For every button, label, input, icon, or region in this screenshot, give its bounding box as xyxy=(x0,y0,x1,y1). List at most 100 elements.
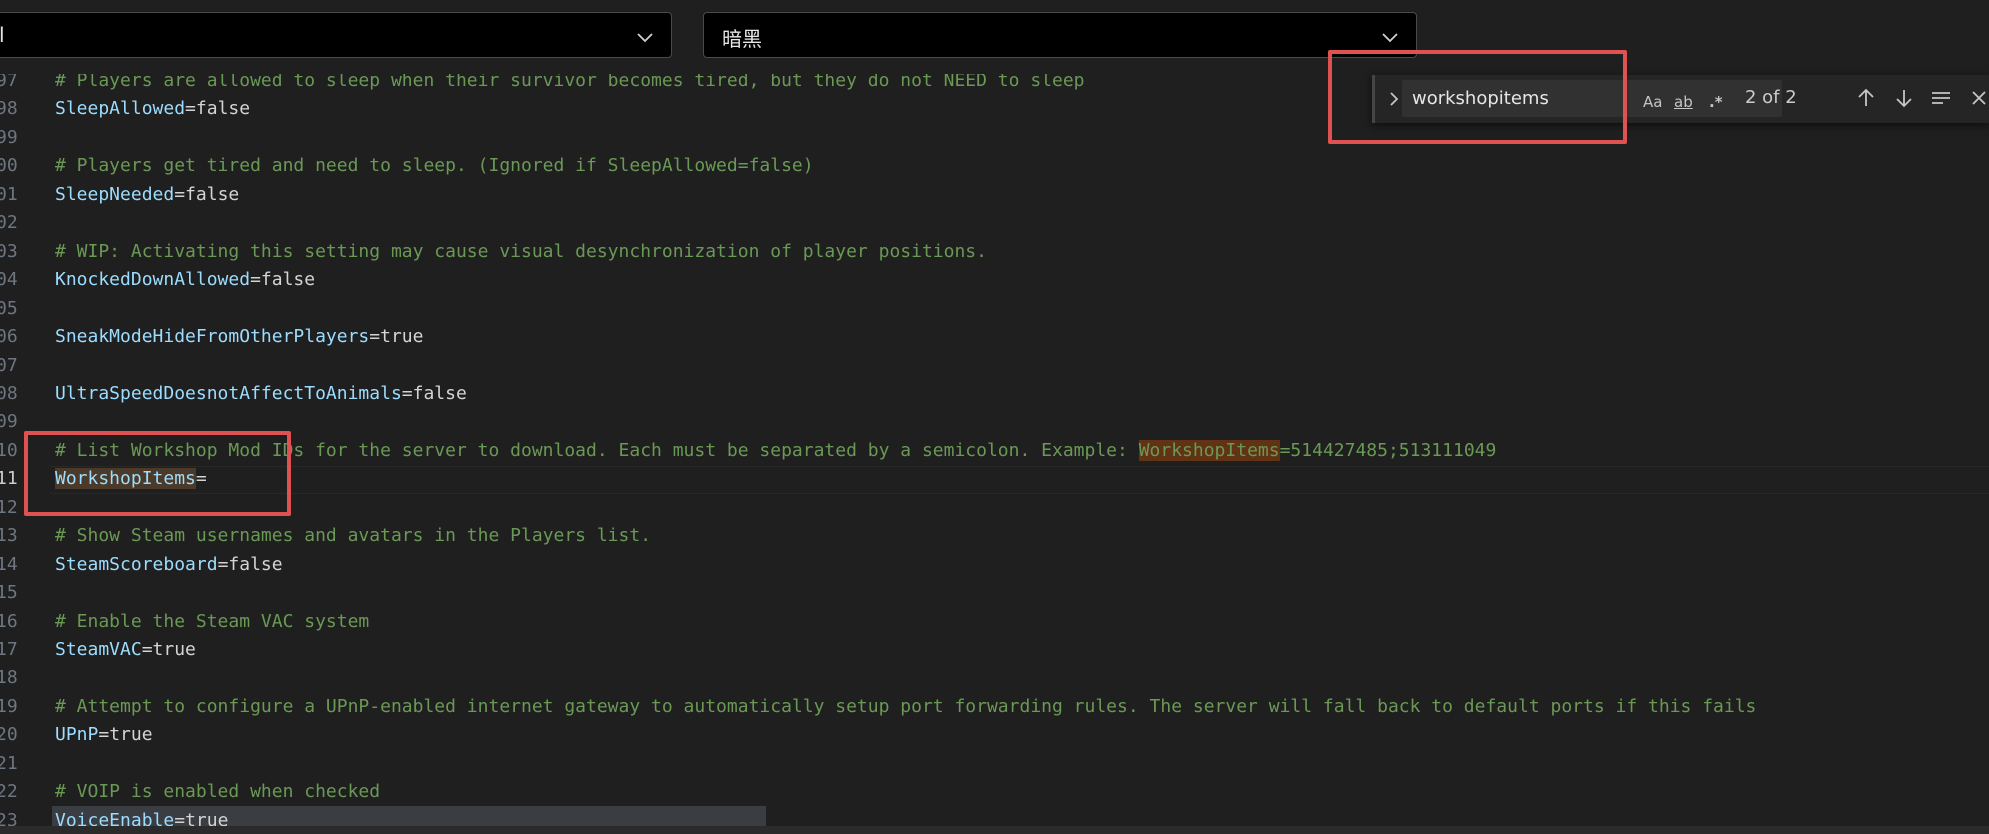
setting-value: true xyxy=(109,724,153,746)
code-line[interactable]: 07 xyxy=(0,352,1989,380)
line-number: 09 xyxy=(0,411,18,433)
code-line[interactable]: 19 # Attempt to configure a UPnP-enabled … xyxy=(0,693,1989,721)
code-line[interactable]: 18 xyxy=(0,664,1989,692)
line-number: 04 xyxy=(0,269,18,291)
line-code: SteamScoreboard=false xyxy=(55,551,283,579)
comment-text: # Players are allowed to sleep when thei… xyxy=(55,74,1085,91)
line-number: 12 xyxy=(0,496,18,518)
line-number: 16 xyxy=(0,610,18,632)
line-number: 11 xyxy=(0,468,18,490)
line-number: 99 xyxy=(0,126,18,148)
comment-text: # Players get tired and need to sleep. (… xyxy=(55,155,814,177)
close-icon[interactable] xyxy=(1968,87,1989,109)
line-code: # WIP: Activating this setting may cause… xyxy=(55,238,987,266)
line-number: 22 xyxy=(0,781,18,803)
code-line[interactable]: 10 # List Workshop Mod IDs for the server… xyxy=(0,437,1989,465)
annotation-box-find xyxy=(1328,50,1627,144)
line-number: 19 xyxy=(0,695,18,717)
line-number: 06 xyxy=(0,326,18,348)
code-line[interactable]: 00 # Players get tired and need to sleep.… xyxy=(0,152,1989,180)
comment-text: # Attempt to configure a UPnP-enabled in… xyxy=(55,695,1757,717)
line-number: 05 xyxy=(0,297,18,319)
match-case-icon[interactable]: Aa xyxy=(1643,93,1662,111)
setting-value: false xyxy=(260,269,316,291)
setting-value: true xyxy=(152,639,196,660)
chevron-down-icon xyxy=(637,33,653,43)
code-line[interactable]: 06 SneakModeHideFromOtherPlayers=true xyxy=(0,323,1989,351)
line-code: UltraSpeedDoesnotAffectToAnimals=false xyxy=(55,380,467,408)
find-in-selection-icon[interactable] xyxy=(1930,87,1952,109)
code-line[interactable]: 01 SleepNeeded=false xyxy=(0,181,1989,209)
code-line[interactable]: 15 xyxy=(0,579,1989,607)
equals-sign: = xyxy=(98,724,110,746)
line-code: # Attempt to configure a UPnP-enabled in… xyxy=(55,693,1756,721)
theme-dropdown[interactable]: 暗黑 xyxy=(703,12,1417,58)
theme-dropdown-value: 暗黑 xyxy=(722,27,762,51)
left-dropdown-value: l xyxy=(0,23,5,47)
chevron-down-icon xyxy=(1382,33,1398,43)
line-number: 14 xyxy=(0,553,18,575)
line-number: 20 xyxy=(0,724,18,746)
equals-sign: = xyxy=(174,183,186,205)
next-match-icon[interactable] xyxy=(1893,87,1915,109)
code-editor[interactable]: 97 # Players are allowed to sleep when th… xyxy=(0,74,1989,834)
previous-match-icon[interactable] xyxy=(1855,87,1877,109)
line-number: 07 xyxy=(0,354,18,376)
line-number: 02 xyxy=(0,212,18,234)
regex-icon[interactable]: .* xyxy=(1709,93,1723,111)
setting-key: KnockedDownAllowed xyxy=(55,269,251,291)
code-line[interactable]: 08 UltraSpeedDoesnotAffectToAnimals=false xyxy=(0,380,1989,408)
code-line[interactable]: 05 xyxy=(0,295,1989,323)
line-number: 21 xyxy=(0,752,18,774)
match-count: 2 of 2 xyxy=(1745,87,1797,108)
setting-key: SteamVAC xyxy=(55,639,142,660)
setting-value: true xyxy=(380,326,424,348)
setting-key: SneakModeHideFromOtherPlayers xyxy=(55,326,370,348)
line-code: # Show Steam usernames and avatars in th… xyxy=(55,522,651,550)
setting-value: false xyxy=(185,183,240,205)
line-number: 13 xyxy=(0,525,18,547)
line-code: # Enable the Steam VAC system xyxy=(55,608,369,636)
code-line[interactable]: 16 # Enable the Steam VAC system xyxy=(0,608,1989,636)
line-code: # Players are allowed to sleep when thei… xyxy=(55,74,1085,95)
line-code: # VOIP is enabled when checked xyxy=(55,778,380,806)
comment-text: # WIP: Activating this setting may cause… xyxy=(55,240,987,262)
equals-sign: = xyxy=(369,326,381,348)
code-line[interactable]: 03 # WIP: Activating this setting may cau… xyxy=(0,238,1989,266)
match-whole-word-icon[interactable]: ab xyxy=(1674,93,1693,111)
setting-value: false xyxy=(195,98,251,120)
setting-value: false xyxy=(228,553,283,575)
scrollbar-track[interactable] xyxy=(0,826,1989,834)
code-line[interactable]: 04 KnockedDownAllowed=false xyxy=(0,266,1989,294)
line-code: # Players get tired and need to sleep. (… xyxy=(55,152,814,180)
code-line[interactable]: 09 xyxy=(0,408,1989,436)
code-line[interactable]: 14 SteamScoreboard=false xyxy=(0,551,1989,579)
equals-sign: = xyxy=(185,98,196,120)
equals-sign: = xyxy=(250,269,261,291)
line-code: KnockedDownAllowed=false xyxy=(55,266,315,294)
equals-sign: = xyxy=(217,553,229,575)
code-line[interactable]: 13 # Show Steam usernames and avatars in … xyxy=(0,522,1989,550)
search-match: WorkshopItems xyxy=(1138,439,1280,461)
comment-text: =514427485;513111049 xyxy=(1279,439,1497,461)
line-number: 97 xyxy=(0,74,18,91)
comment-text: # Show Steam usernames and avatars in th… xyxy=(55,525,652,547)
left-dropdown[interactable]: l xyxy=(0,12,672,58)
line-number: 01 xyxy=(0,183,18,205)
setting-key: SteamScoreboard xyxy=(55,553,218,575)
code-line[interactable]: 11 WorkshopItems= xyxy=(0,465,1989,493)
line-code: UPnP=true xyxy=(55,721,153,749)
code-line[interactable]: 22 # VOIP is enabled when checked xyxy=(0,778,1989,806)
code-line[interactable]: 17 SteamVAC=true xyxy=(0,636,1989,664)
code-line[interactable]: 21 xyxy=(0,750,1989,778)
code-line[interactable]: 12 xyxy=(0,494,1989,522)
equals-sign: = xyxy=(141,639,153,660)
line-code: SleepNeeded=false xyxy=(55,181,239,209)
comment-text: # Enable the Steam VAC system xyxy=(55,610,370,632)
top-toolbar: l 暗黑 xyxy=(0,0,1989,74)
code-line[interactable]: 02 xyxy=(0,209,1989,237)
setting-value: false xyxy=(412,382,467,404)
code-line[interactable]: 20 UPnP=true xyxy=(0,721,1989,749)
code-line[interactable]: 99 xyxy=(0,124,1989,152)
line-number: 10 xyxy=(0,439,18,461)
